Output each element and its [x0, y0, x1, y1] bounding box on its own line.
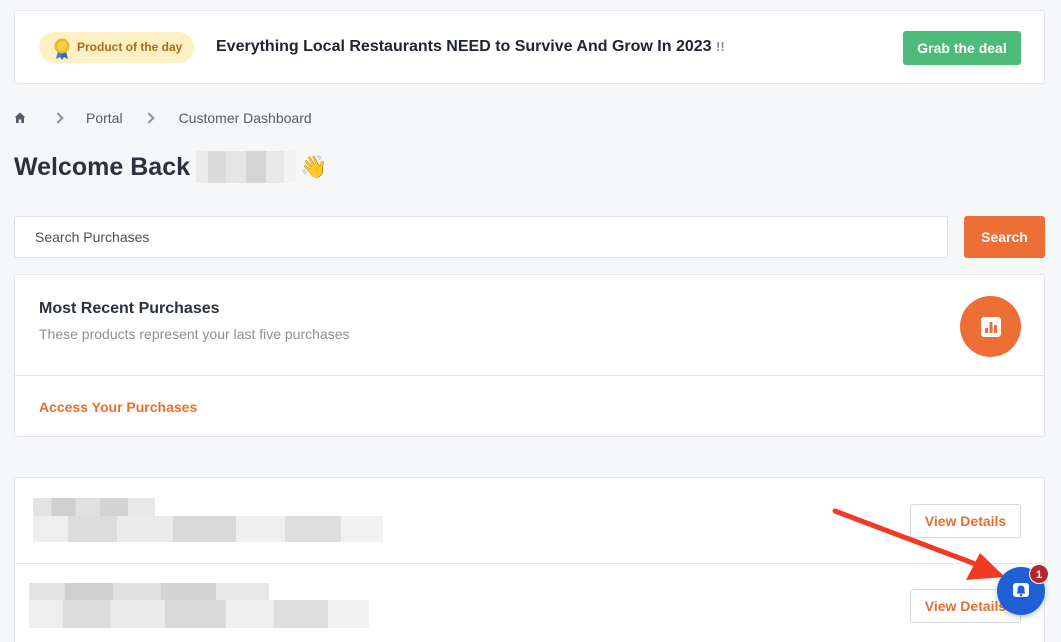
row-divider: [15, 563, 1044, 564]
redacted-product-name: [29, 600, 369, 628]
access-purchases-link[interactable]: Access Your Purchases: [39, 399, 197, 415]
page-title: Welcome Back 👋: [14, 150, 327, 184]
chart-icon-badge: [960, 296, 1021, 357]
breadcrumb-portal[interactable]: Portal: [86, 110, 123, 126]
grab-deal-button[interactable]: Grab the deal: [903, 31, 1021, 65]
banner-title-text: Everything Local Restaurants NEED to Sur…: [216, 38, 712, 55]
bell-icon: [1013, 583, 1029, 597]
notification-count-badge: 1: [1029, 564, 1049, 584]
wave-emoji: 👋: [300, 154, 328, 179]
search-button[interactable]: Search: [964, 216, 1045, 258]
promo-banner: Product of the day Everything Local Rest…: [14, 10, 1045, 84]
banner-title: Everything Local Restaurants NEED to Sur…: [216, 38, 725, 56]
redacted-product-name: [33, 516, 383, 542]
purchases-list: View Details View Details: [14, 477, 1045, 642]
recent-purchases-title: Most Recent Purchases: [39, 300, 220, 317]
product-of-the-day-badge: Product of the day: [39, 32, 195, 63]
redacted-user-name: [196, 151, 297, 183]
chevron-right-icon: [142, 112, 155, 124]
view-details-button[interactable]: View Details: [910, 504, 1021, 538]
chevron-right-icon: [52, 112, 64, 124]
breadcrumb: Portal Customer Dashboard: [14, 110, 312, 126]
chart-icon: [980, 316, 1001, 337]
home-icon[interactable]: [14, 112, 26, 124]
redacted-product-name: [29, 583, 269, 601]
product-of-the-day-label: Product of the day: [77, 40, 183, 54]
medal-icon: [54, 38, 70, 60]
card-divider: [15, 375, 1044, 376]
recent-purchases-card: Most Recent Purchases These products rep…: [14, 274, 1045, 437]
redacted-product-name: [33, 498, 155, 516]
recent-purchases-subtitle: These products represent your last five …: [39, 326, 350, 342]
search-input[interactable]: [14, 216, 948, 258]
breadcrumb-customer-dashboard: Customer Dashboard: [178, 110, 312, 126]
banner-title-suffix: !!: [716, 39, 725, 54]
welcome-text: Welcome Back: [14, 152, 191, 181]
